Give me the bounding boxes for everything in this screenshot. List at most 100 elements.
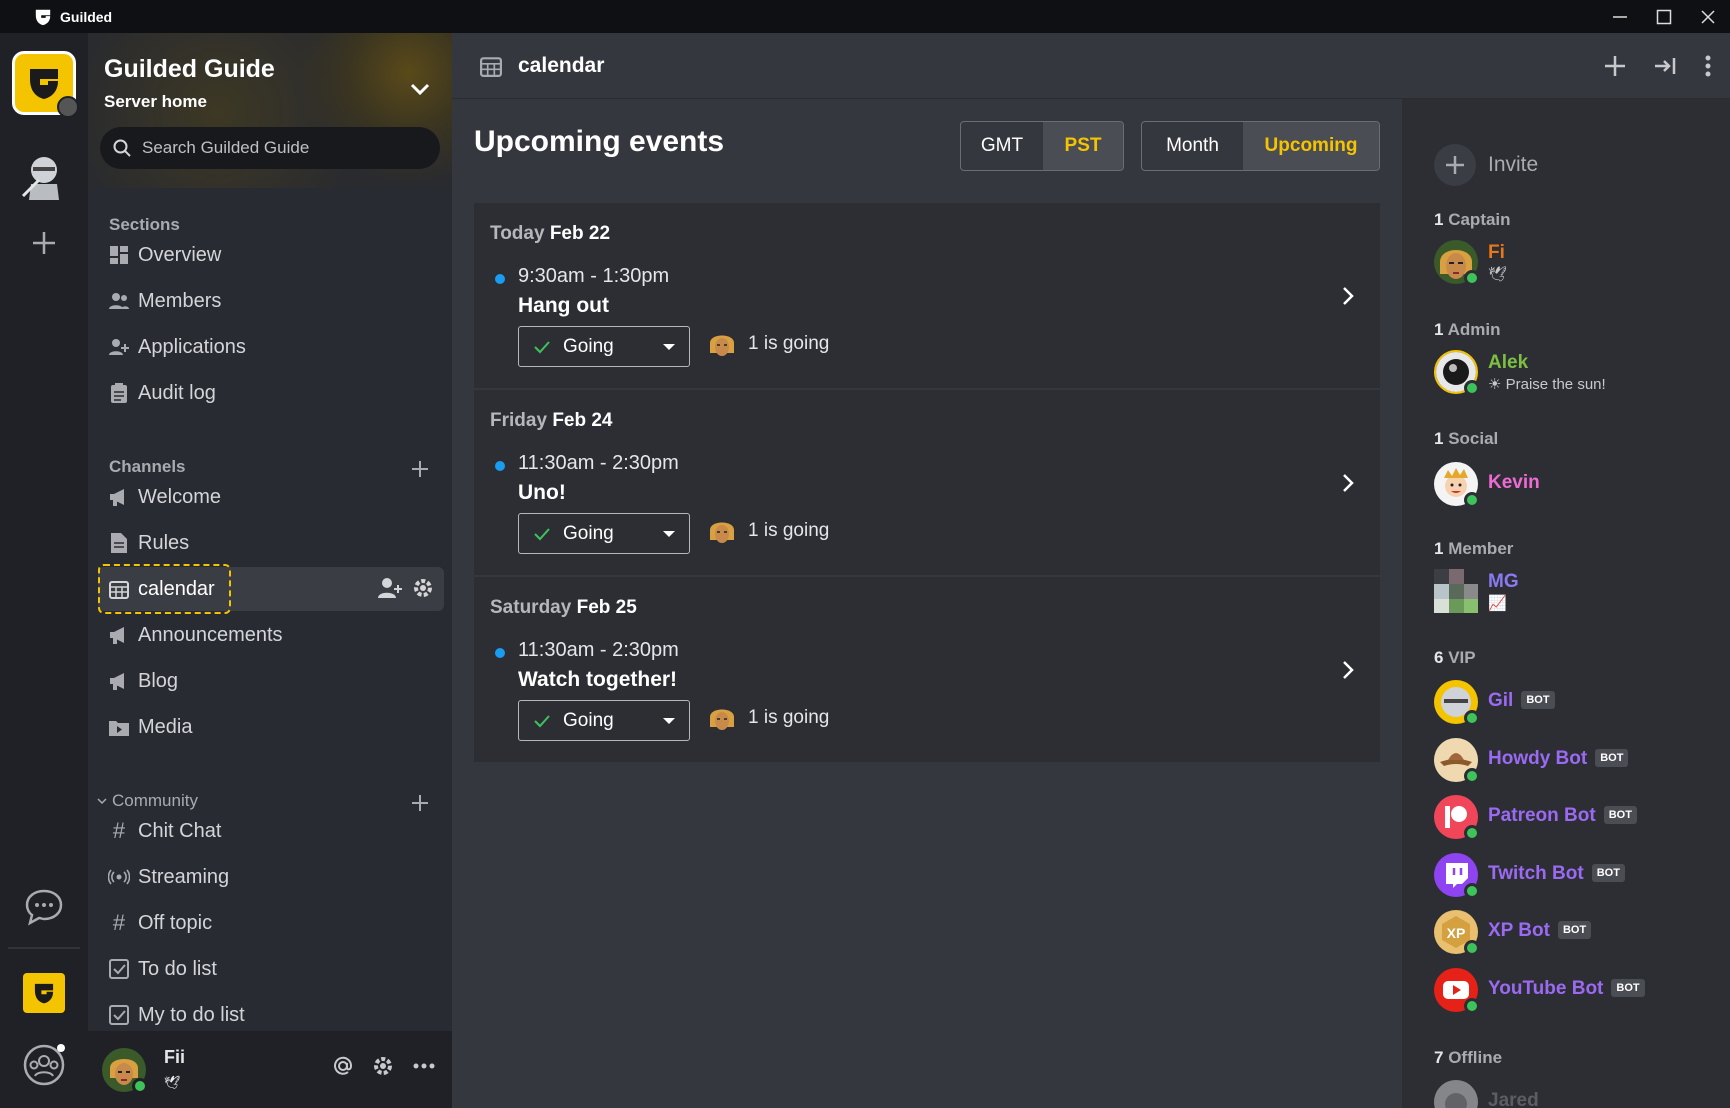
chevron-down-icon xyxy=(97,798,107,805)
server-guilded-guide[interactable] xyxy=(12,51,79,118)
member-youtube-bot[interactable]: YouTube Bot BOT xyxy=(1434,968,1704,1016)
mention-icon[interactable] xyxy=(332,1055,354,1077)
online-status-dot xyxy=(132,1077,148,1094)
invite-button[interactable]: Invite xyxy=(1434,144,1538,186)
member-name: Jared xyxy=(1488,1090,1539,1108)
online-status-dot xyxy=(1464,492,1480,508)
guilded-logo-icon xyxy=(30,69,58,99)
view-month-button[interactable]: Month xyxy=(1142,122,1243,170)
gear-icon[interactable] xyxy=(412,577,434,599)
channel-welcome[interactable]: Welcome xyxy=(98,475,444,519)
server-knight[interactable] xyxy=(12,145,76,209)
nav-item-overview[interactable]: Overview xyxy=(98,233,444,277)
rsvp-label: Going xyxy=(563,335,614,357)
channel-to-do-list[interactable]: To do list xyxy=(98,947,444,991)
member-alek[interactable]: Alek ☀ Praise the sun! xyxy=(1434,350,1704,398)
chevron-right-icon[interactable] xyxy=(1340,659,1356,681)
page-title: Upcoming events xyxy=(474,125,725,158)
view-upcoming-button[interactable]: Upcoming xyxy=(1243,122,1379,170)
nav-item-audit-log[interactable]: Audit log xyxy=(98,371,444,415)
event-card[interactable]: Today Feb 22 9:30am - 1:30pm Hang out Go… xyxy=(474,203,1380,390)
member-status: ☀ Praise the sun! xyxy=(1488,376,1606,393)
attendee-avatar xyxy=(710,522,734,543)
close-window-button[interactable] xyxy=(1686,0,1730,33)
timezone-toggle: GMT PST xyxy=(960,121,1124,171)
event-day: Today Feb 22 xyxy=(490,223,610,245)
rsvp-dropdown[interactable]: Going xyxy=(518,513,690,554)
channel-media[interactable]: Media xyxy=(98,705,444,749)
chevron-down-icon[interactable] xyxy=(408,77,432,101)
members-icon xyxy=(108,290,130,312)
rsvp-dropdown[interactable]: Going xyxy=(518,700,690,741)
chevron-right-icon[interactable] xyxy=(1340,472,1356,494)
member-howdy-bot[interactable]: Howdy Bot BOT xyxy=(1434,738,1704,786)
settings-gear-icon[interactable] xyxy=(372,1055,394,1077)
channel-label: To do list xyxy=(138,957,217,980)
calendar-main: calendar Upcoming events GMT PST Month U… xyxy=(452,33,1730,1108)
member-gil[interactable]: Gil BOT xyxy=(1434,680,1704,728)
timezone-gmt-button[interactable]: GMT xyxy=(961,122,1043,170)
member-mg[interactable]: MG 📈 xyxy=(1434,569,1704,617)
rsvp-dropdown[interactable]: Going xyxy=(518,326,690,367)
channel-label: My to do list xyxy=(138,1003,245,1026)
doc-icon xyxy=(108,532,130,554)
plus-icon xyxy=(33,232,55,254)
direct-messages-button[interactable] xyxy=(12,876,76,940)
role-heading-social: 1 Social xyxy=(1434,429,1499,448)
search-input[interactable] xyxy=(142,138,422,158)
channel-rules[interactable]: Rules xyxy=(98,521,444,565)
channel-blog[interactable]: Blog xyxy=(98,659,444,703)
channel-label: Media xyxy=(138,715,193,738)
member-name: Howdy Bot BOT xyxy=(1488,748,1629,770)
channel-header: calendar xyxy=(452,33,1730,99)
nav-item-members[interactable]: Members xyxy=(98,279,444,323)
timezone-pst-button[interactable]: PST xyxy=(1043,122,1123,170)
maximize-button[interactable] xyxy=(1642,0,1686,33)
app-title: Guilded xyxy=(60,8,113,25)
event-card[interactable]: Friday Feb 24 11:30am - 2:30pm Uno! Goin… xyxy=(474,390,1380,577)
role-heading-offline: 7 Offline xyxy=(1434,1048,1503,1067)
online-status-dot xyxy=(1464,998,1480,1014)
collapse-members-icon[interactable] xyxy=(1652,53,1678,79)
channel-off-topic[interactable]: # Off topic xyxy=(98,901,444,945)
channel-label: Blog xyxy=(138,669,179,692)
member-list: Invite 1 Captain Fi 🕊 1 Admin Alek ☀ Pra… xyxy=(1418,124,1714,1108)
nav-item-applications[interactable]: Applications xyxy=(98,325,444,369)
avatar[interactable] xyxy=(102,1047,148,1094)
event-date: Feb 22 xyxy=(549,223,611,244)
community-heading[interactable]: Community xyxy=(96,791,198,811)
title-bar: Guilded xyxy=(0,0,1730,33)
member-fi[interactable]: Fi 🕊 xyxy=(1434,240,1704,288)
search-icon xyxy=(113,139,131,157)
check-icon xyxy=(534,714,550,727)
community-button[interactable] xyxy=(12,1033,76,1097)
more-horizontal-icon[interactable] xyxy=(412,1055,436,1077)
member-xp-bot[interactable]: XP XP Bot BOT xyxy=(1434,910,1704,958)
chevron-right-icon[interactable] xyxy=(1340,285,1356,307)
channel-chit-chat[interactable]: # Chit Chat xyxy=(98,809,444,853)
event-card[interactable]: Saturday Feb 25 11:30am - 2:30pm Watch t… xyxy=(474,577,1380,764)
member-patreon-bot[interactable]: Patreon Bot BOT xyxy=(1434,795,1704,843)
guilded-home-button[interactable] xyxy=(12,961,76,1025)
rsvp-label: Going xyxy=(563,709,614,731)
channel-calendar[interactable]: calendar xyxy=(98,564,444,614)
channel-streaming[interactable]: Streaming xyxy=(98,855,444,899)
avatar xyxy=(1434,569,1478,613)
member-name: YouTube Bot BOT xyxy=(1488,978,1645,1000)
add-event-plus-icon[interactable] xyxy=(1602,53,1628,79)
server-banner[interactable]: Guilded Guide Server home xyxy=(88,33,452,188)
add-server-button[interactable] xyxy=(12,211,76,275)
bot-badge: BOT xyxy=(1595,749,1629,767)
bot-badge: BOT xyxy=(1557,921,1592,939)
search-bar[interactable] xyxy=(100,127,440,169)
member-kevin[interactable]: Kevin xyxy=(1434,462,1704,510)
more-vertical-icon[interactable] xyxy=(1702,53,1714,79)
channel-announcements[interactable]: Announcements xyxy=(98,613,444,657)
member-twitch-bot[interactable]: Twitch Bot BOT xyxy=(1434,853,1704,901)
invite-user-icon[interactable] xyxy=(378,577,402,599)
member-jared[interactable]: Jared xyxy=(1434,1080,1704,1108)
hash-icon: # xyxy=(112,910,126,935)
minimize-button[interactable] xyxy=(1598,0,1642,33)
attendee-avatar xyxy=(710,709,734,730)
plus-icon xyxy=(1434,144,1476,186)
